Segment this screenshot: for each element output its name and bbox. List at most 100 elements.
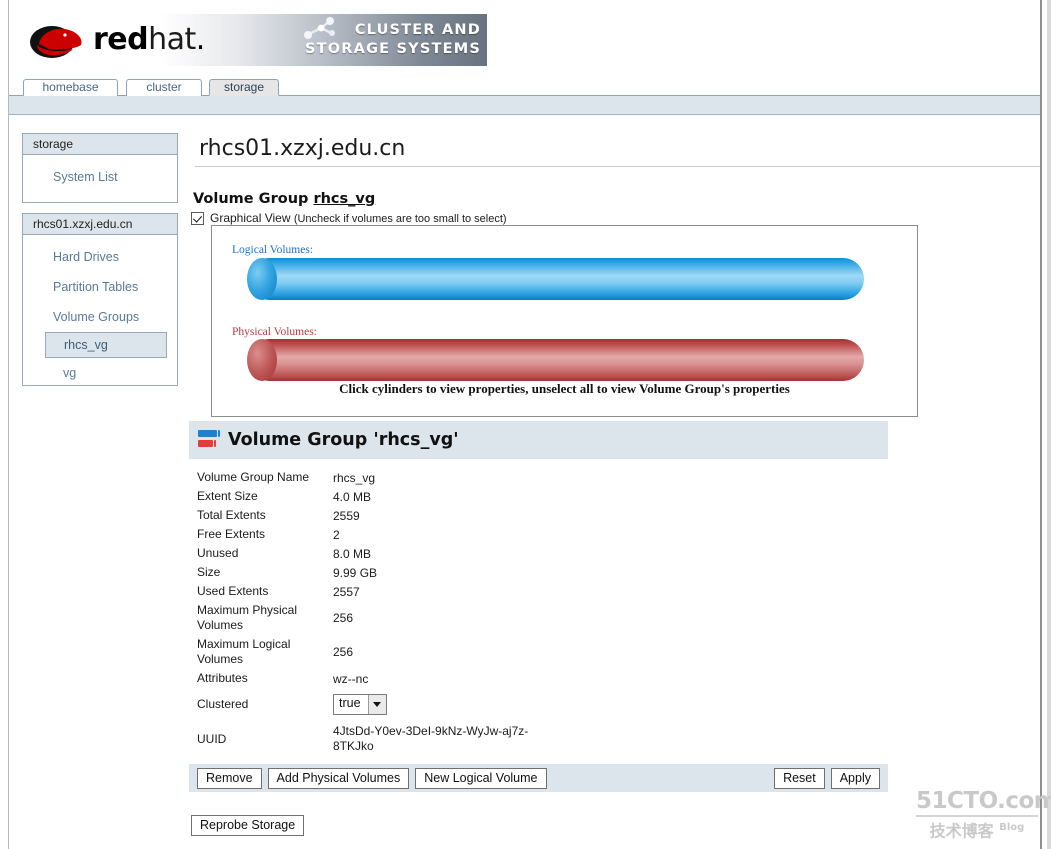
property-value: 256 [333,645,354,659]
table-row: Maximum Logical Volumes 256 [197,635,733,669]
property-key: Unused [197,546,239,560]
remove-button[interactable]: Remove [197,767,262,789]
property-key: Free Extents [197,527,266,541]
reprobe-storage-button[interactable]: Reprobe Storage [191,815,305,836]
page-title-rule [195,166,1040,167]
property-value: 256 [333,611,354,625]
property-key: Maximum Physical Volumes [197,603,298,632]
product-line-2: STORAGE SYSTEMS [305,41,481,57]
table-row: Clustered true [197,688,733,720]
tab-homebase[interactable]: homebase [23,79,118,96]
volume-group-icon [198,429,220,451]
table-row: UUID 4JtsDd-Y0ev-3DeI-9kNz-WyJw-aj7z-8TK… [197,720,733,758]
property-value: 4JtsDd-Y0ev-3DeI-9kNz-WyJw-aj7z-8TKJko [333,720,733,758]
property-key: Used Extents [197,584,269,598]
property-value: wz--nc [333,671,369,686]
physical-volumes-label: Physical Volumes: [232,326,317,338]
page-title: rhcs01.xzxj.edu.cn [199,136,406,161]
property-key: Total Extents [197,508,266,522]
chevron-down-icon [367,694,386,714]
volume-group-properties-panel: Volume Group 'rhcs_vg' Volume Group Name… [189,421,888,792]
brand-wordmark: redhat. [93,22,205,57]
volume-group-heading: Volume Group rhcs_vg [193,191,375,207]
physical-volume-cylinder-cap [247,339,277,381]
property-key: Maximum Logical Volumes [197,637,291,666]
graphical-view-label-text: Graphical View [210,211,291,225]
uuid-value: 4JtsDd-Y0ev-3DeI-9kNz-WyJw-aj7z-8TKJko [333,724,529,753]
tab-cluster[interactable]: cluster [126,79,202,96]
property-key: Extent Size [197,489,258,503]
sidebar-item-rhcs-vg[interactable]: rhcs_vg [45,332,167,358]
brand-hat: hat [148,22,196,57]
property-key: Attributes [197,671,248,685]
property-key: Volume Group Name [197,470,310,484]
sidebar-storage-box: storage System List [22,133,178,203]
graphical-view-row: Graphical View (Uncheck if volumes are t… [191,211,507,225]
graphical-view-checkbox[interactable] [191,211,204,225]
table-row: Unused 8.0 MB [197,544,733,563]
logical-volume-cylinder[interactable] [247,258,864,300]
property-key: UUID [197,731,227,746]
brand-banner: redhat. CLUSTER AND STORAGE SYSTEMS [21,14,487,66]
panel-footer-buttons: Remove Add Physical Volumes New Logical … [189,764,888,792]
property-value: 8.0 MB [333,546,372,561]
clustered-select[interactable]: true [333,693,387,715]
window-right-border [1040,0,1042,849]
table-row: Extent Size 4.0 MB [197,487,733,506]
sidebar-storage-header: storage [23,134,177,155]
logical-volume-cylinder-cap [247,258,277,300]
panel-title: Volume Group 'rhcs_vg' [228,430,459,450]
watermark-cn-text: 技术博客 [929,821,994,841]
tab-storage[interactable]: storage [209,79,279,96]
property-key: Size [197,565,221,579]
table-row: Volume Group Name rhcs_vg [197,468,733,487]
reset-button[interactable]: Reset [774,767,825,789]
logical-volumes-label: Logical Volumes: [232,244,314,256]
table-row: Total Extents 2559 [197,506,733,525]
physical-volume-cylinder[interactable] [247,339,864,381]
window-right-scrollbar[interactable] [1047,0,1051,849]
property-value: 2 [333,527,340,542]
brand-dot: . [195,22,206,57]
graphical-view-panel: Logical Volumes: Physical Volumes: Click… [211,225,918,417]
reprobe-storage-wrap: Reprobe Storage [191,815,310,836]
table-row: Attributes wz--nc [197,669,733,688]
redhat-logo-icon [30,26,82,58]
properties-table: Volume Group Name rhcs_vg Extent Size 4.… [197,468,733,758]
sidebar-host-body: Hard Drives Partition Tables Volume Grou… [23,235,177,397]
property-value: 4.0 MB [333,489,372,504]
property-key: Clustered [197,696,249,711]
sidebar-item-system-list[interactable]: System List [23,162,177,192]
table-row: Used Extents 2557 [197,582,733,601]
volume-group-heading-link[interactable]: rhcs_vg [313,191,375,207]
graphical-view-label: Graphical View (Uncheck if volumes are t… [210,211,507,225]
sidebar-item-volume-groups[interactable]: Volume Groups [23,302,177,332]
sidebar-item-partition-tables[interactable]: Partition Tables [23,272,177,302]
graphical-view-note: Click cylinders to view properties, unse… [339,381,790,396]
table-row: Maximum Physical Volumes 256 [197,601,733,635]
sidebar-host-box: rhcs01.xzxj.edu.cn Hard Drives Partition… [22,213,178,386]
property-value: rhcs_vg [333,470,376,485]
tab-subbar [9,96,1040,115]
watermark-blog-text: Blog [999,822,1025,833]
sidebar-item-vg[interactable]: vg [23,358,177,388]
property-value: true [333,688,733,720]
panel-header: Volume Group 'rhcs_vg' [189,421,888,459]
product-line-1: CLUSTER AND [354,22,481,38]
application-page: redhat. CLUSTER AND STORAGE SYSTEMS home… [0,0,1051,849]
new-logical-volume-button[interactable]: New Logical Volume [415,767,547,789]
property-value: 2559 [333,508,360,523]
watermark-line-1: 51CTO.com [916,789,1051,817]
main-tabs: homebase cluster storage [9,79,1040,96]
clustered-select-value: true [339,695,361,710]
product-name: CLUSTER AND STORAGE SYSTEMS [305,21,481,59]
graphical-view-hint: (Uncheck if volumes are too small to sel… [293,213,507,225]
table-row: Size 9.99 GB [197,563,733,582]
property-value: 2557 [333,584,360,599]
apply-button[interactable]: Apply [830,767,880,789]
window-left-border [8,0,9,849]
brand-red: red [93,22,149,57]
add-physical-volumes-button[interactable]: Add Physical Volumes [267,767,410,789]
sidebar-item-hard-drives[interactable]: Hard Drives [23,242,177,272]
panel-body: Volume Group Name rhcs_vg Extent Size 4.… [189,459,888,764]
